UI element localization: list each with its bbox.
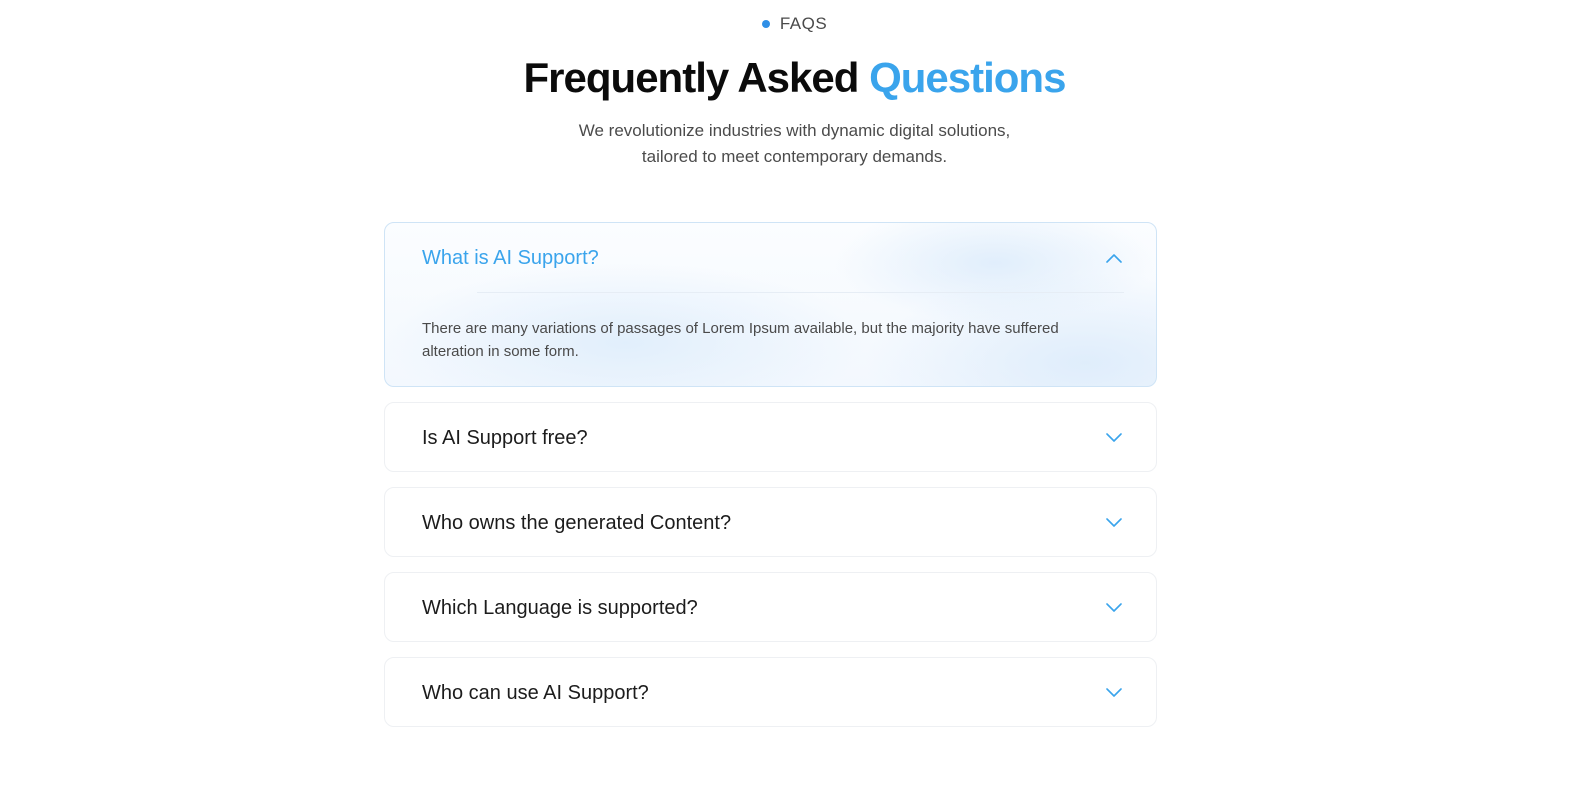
faq-question: Who owns the generated Content? xyxy=(422,511,732,534)
faq-divider xyxy=(477,292,1124,293)
faq-list: What is AI Support? There are many varia… xyxy=(384,222,1157,742)
page-title: Frequently Asked Questions xyxy=(0,54,1589,102)
chevron-up-icon xyxy=(1104,248,1124,268)
chevron-down-icon xyxy=(1104,428,1124,448)
faq-section: FAQS Frequently Asked Questions We revol… xyxy=(0,0,1589,797)
faq-item: Who can use AI Support? xyxy=(384,657,1157,727)
title-main: Frequently Asked xyxy=(523,54,860,101)
faq-toggle-who-can-use[interactable]: Who can use AI Support? xyxy=(385,658,1156,728)
chevron-down-icon xyxy=(1104,513,1124,533)
faq-item: What is AI Support? There are many varia… xyxy=(384,222,1157,387)
section-eyebrow: FAQS xyxy=(0,14,1589,34)
faq-answer: There are many variations of passages of… xyxy=(422,320,1059,360)
eyebrow-label: FAQS xyxy=(779,14,828,33)
chevron-down-icon xyxy=(1104,683,1124,703)
faq-item: Which Language is supported? xyxy=(384,572,1157,642)
faq-toggle-is-ai-support-free[interactable]: Is AI Support free? xyxy=(385,403,1156,473)
faq-question: Who can use AI Support? xyxy=(422,681,649,704)
subtitle-line-2: tailored to meet contemporary demands. xyxy=(641,147,948,166)
title-accent: Questions xyxy=(869,54,1066,101)
subtitle-line-1: We revolutionize industries with dynamic… xyxy=(578,121,1011,140)
faq-question: Is AI Support free? xyxy=(422,426,588,449)
faq-toggle-which-language[interactable]: Which Language is supported? xyxy=(385,573,1156,643)
faq-toggle-who-owns-content[interactable]: Who owns the generated Content? xyxy=(385,488,1156,558)
faq-item: Is AI Support free? xyxy=(384,402,1157,472)
faq-question: What is AI Support? xyxy=(422,246,599,269)
section-subtitle: We revolutionize industries with dynamic… xyxy=(0,118,1589,170)
faq-question: Which Language is supported? xyxy=(422,596,698,619)
eyebrow-dot-icon xyxy=(761,20,770,28)
chevron-down-icon xyxy=(1104,598,1124,618)
faq-toggle-what-is-ai-support[interactable]: What is AI Support? xyxy=(385,223,1156,293)
faq-item: Who owns the generated Content? xyxy=(384,487,1157,557)
